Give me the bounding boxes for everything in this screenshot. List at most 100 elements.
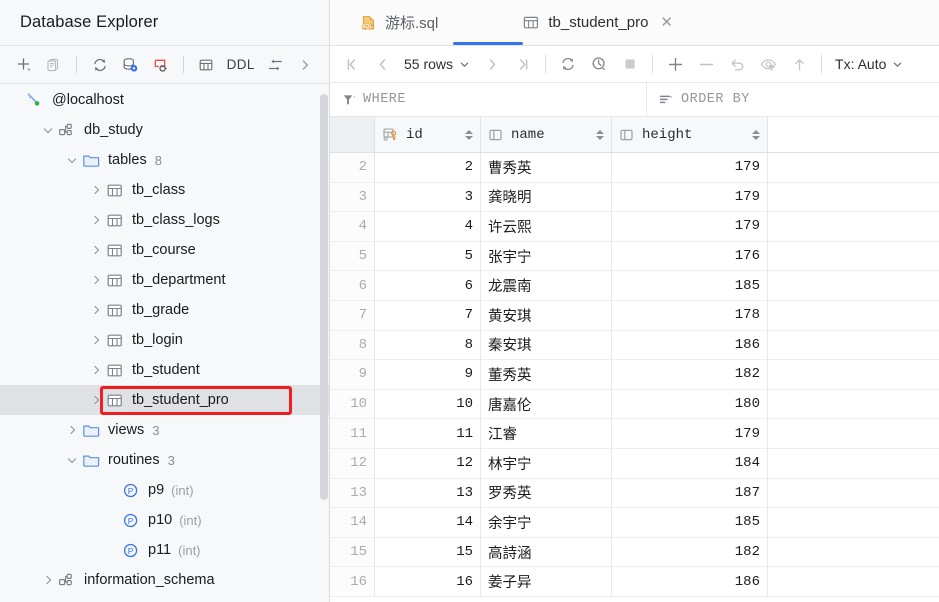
cell-name[interactable]: 许云熙 [481, 212, 612, 242]
tree-item-tb-login[interactable]: tb_login [0, 325, 329, 355]
table-row[interactable]: 2 2 曹秀英 179 [330, 153, 939, 183]
preview-changes-icon[interactable] [753, 51, 783, 77]
cell-id[interactable]: 2 [375, 153, 481, 183]
cell-height[interactable]: 186 [612, 330, 768, 361]
cell-name[interactable]: 江睿 [481, 419, 612, 449]
cell-name[interactable]: 曹秀英 [481, 153, 612, 183]
stop-query-icon[interactable] [146, 52, 173, 78]
editor-tab-active[interactable]: tb_student_pro ✕ [506, 0, 689, 45]
tree-item-tables[interactable]: tables 8 [0, 145, 329, 175]
cell-name[interactable]: 张宇宁 [481, 241, 612, 272]
cell-id[interactable]: 10 [375, 389, 481, 420]
table-row[interactable]: 10 10 唐嘉伦 180 [330, 389, 939, 420]
cell-id[interactable]: 13 [375, 478, 481, 509]
chevron-right-icon[interactable] [88, 212, 104, 228]
tree-item-information-schema[interactable]: information_schema [0, 565, 329, 595]
last-page-icon[interactable] [508, 51, 538, 77]
cell-height[interactable]: 185 [612, 508, 768, 538]
chevron-right-icon[interactable] [64, 422, 80, 438]
cell-height[interactable]: 182 [612, 360, 768, 390]
table-row[interactable]: 15 15 高詩涵 182 [330, 537, 939, 568]
grid-body[interactable]: 2 2 曹秀英 179 3 3 龚晓明 179 4 4 许云熙 179 5 5 张宇宁 176 6 6 龙震南 185… [330, 153, 939, 597]
tree-item-tb-student[interactable]: tb_student [0, 355, 329, 385]
cell-id[interactable]: 3 [375, 182, 481, 213]
tree-item-p11[interactable]: Pp11 (int) [0, 535, 329, 565]
cell-id[interactable]: 16 [375, 567, 481, 597]
cell-name[interactable]: 龙震南 [481, 271, 612, 301]
cell-id[interactable]: 7 [375, 300, 481, 331]
first-page-icon[interactable] [336, 51, 366, 77]
delete-row-icon[interactable] [691, 51, 721, 77]
where-filter-input[interactable]: WHERE [330, 83, 647, 116]
chevron-right-icon[interactable] [40, 572, 56, 588]
table-row[interactable]: 9 9 董秀英 182 [330, 360, 939, 390]
cell-name[interactable]: 姜子异 [481, 567, 612, 597]
database-settings-icon[interactable] [116, 52, 143, 78]
row-count-dropdown[interactable]: 55 rows [398, 56, 476, 72]
cell-height[interactable]: 179 [612, 212, 768, 242]
cell-height[interactable]: 182 [612, 537, 768, 568]
chevron-right-icon[interactable] [88, 392, 104, 408]
cell-height[interactable]: 184 [612, 448, 768, 479]
chevron-down-icon[interactable] [64, 152, 80, 168]
table-row[interactable]: 8 8 秦安琪 186 [330, 330, 939, 361]
table-row[interactable]: 16 16 姜子异 186 [330, 567, 939, 597]
tree-item-db-study[interactable]: db_study [0, 115, 329, 145]
transaction-mode-dropdown[interactable]: Tx: Auto [829, 56, 909, 72]
refresh-icon[interactable] [553, 51, 583, 77]
cell-height[interactable]: 179 [612, 153, 768, 183]
cell-height[interactable]: 185 [612, 271, 768, 301]
table-row[interactable]: 13 13 罗秀英 187 [330, 478, 939, 509]
cell-name[interactable]: 余宇宁 [481, 508, 612, 538]
add-row-icon[interactable] [660, 51, 690, 77]
cell-id[interactable]: 11 [375, 419, 481, 449]
column-header-name[interactable]: name [481, 117, 612, 152]
chevron-right-icon[interactable] [88, 272, 104, 288]
chevron-right-icon[interactable] [88, 362, 104, 378]
cell-height[interactable]: 176 [612, 241, 768, 272]
cell-id[interactable]: 12 [375, 448, 481, 479]
stop-icon[interactable] [615, 51, 645, 77]
cell-height[interactable]: 187 [612, 478, 768, 509]
table-row[interactable]: 14 14 余宇宁 185 [330, 508, 939, 538]
chevron-down-icon[interactable] [40, 122, 56, 138]
cell-name[interactable]: 唐嘉伦 [481, 389, 612, 420]
cell-name[interactable]: 黄安琪 [481, 300, 612, 331]
tree-item-tb-grade[interactable]: tb_grade [0, 295, 329, 325]
ddl-button[interactable]: DDL [223, 57, 259, 72]
sort-indicator[interactable] [596, 129, 604, 140]
add-icon[interactable] [10, 52, 37, 78]
cell-height[interactable]: 180 [612, 389, 768, 420]
cell-id[interactable]: 5 [375, 241, 481, 272]
order-by-filter-input[interactable]: ORDER BY [647, 83, 762, 116]
tree-item-tb-department[interactable]: tb_department [0, 265, 329, 295]
cell-id[interactable]: 9 [375, 360, 481, 390]
data-grid[interactable]: id name height 2 2 曹秀英 179 3 3 龚晓明 179 4 4 许云熙 179 5… [330, 117, 939, 597]
sort-indicator[interactable] [752, 129, 760, 140]
cell-name[interactable]: 董秀英 [481, 360, 612, 390]
history-icon[interactable] [584, 51, 614, 77]
table-row[interactable]: 12 12 林宇宁 184 [330, 448, 939, 479]
cell-name[interactable]: 罗秀英 [481, 478, 612, 509]
table-row[interactable]: 7 7 黄安琪 178 [330, 300, 939, 331]
tree-item-tb-class-logs[interactable]: tb_class_logs [0, 205, 329, 235]
tree-item-routines[interactable]: routines 3 [0, 445, 329, 475]
tree-item-tb-course[interactable]: tb_course [0, 235, 329, 265]
table-row[interactable]: 3 3 龚晓明 179 [330, 182, 939, 213]
cell-height[interactable]: 179 [612, 182, 768, 213]
expand-panel-icon[interactable] [292, 52, 319, 78]
table-row[interactable]: 4 4 许云熙 179 [330, 212, 939, 242]
cell-name[interactable]: 林宇宁 [481, 448, 612, 479]
cell-id[interactable]: 14 [375, 508, 481, 538]
cell-id[interactable]: 8 [375, 330, 481, 361]
prev-page-icon[interactable] [367, 51, 397, 77]
cell-height[interactable]: 186 [612, 567, 768, 597]
refresh-icon[interactable] [86, 52, 113, 78]
tree-item-p9[interactable]: Pp9 (int) [0, 475, 329, 505]
database-tree[interactable]: @localhost db_study tables 8 tb_class tb_clas… [0, 85, 329, 602]
editor-tab-inactive[interactable]: SQL 游标.sql [344, 0, 454, 45]
duplicate-icon[interactable] [40, 52, 67, 78]
column-header-height[interactable]: height [612, 117, 768, 152]
sidebar-scrollbar[interactable] [320, 94, 328, 500]
column-header-id[interactable]: id [375, 117, 481, 152]
